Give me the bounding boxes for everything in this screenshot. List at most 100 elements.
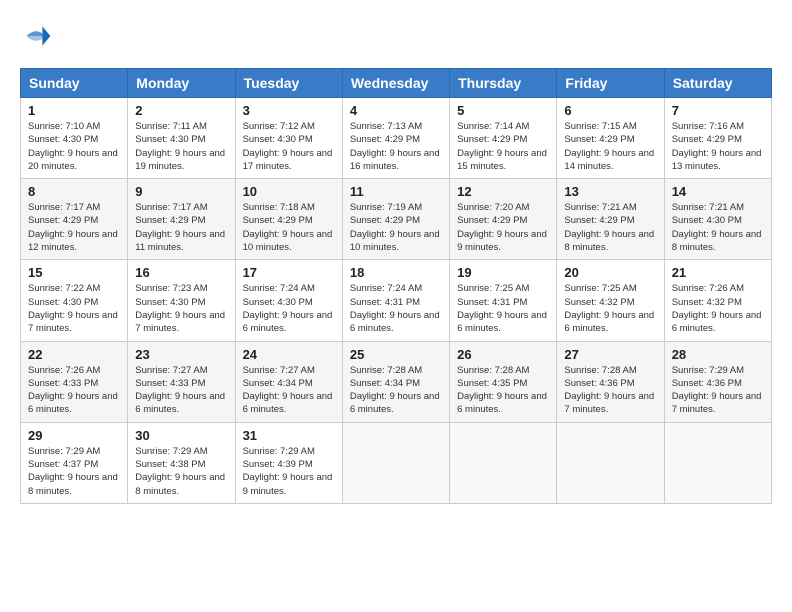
day-number: 19 — [457, 265, 549, 280]
day-info: Sunrise: 7:25 AM Sunset: 4:31 PM Dayligh… — [457, 282, 549, 335]
day-number: 10 — [243, 184, 335, 199]
calendar-cell: 7 Sunrise: 7:16 AM Sunset: 4:29 PM Dayli… — [664, 98, 771, 179]
day-number: 12 — [457, 184, 549, 199]
day-info: Sunrise: 7:29 AM Sunset: 4:37 PM Dayligh… — [28, 445, 120, 498]
day-number: 8 — [28, 184, 120, 199]
day-info: Sunrise: 7:26 AM Sunset: 4:32 PM Dayligh… — [672, 282, 764, 335]
day-number: 1 — [28, 103, 120, 118]
day-number: 16 — [135, 265, 227, 280]
day-info: Sunrise: 7:23 AM Sunset: 4:30 PM Dayligh… — [135, 282, 227, 335]
calendar-cell: 29 Sunrise: 7:29 AM Sunset: 4:37 PM Dayl… — [21, 422, 128, 503]
day-number: 24 — [243, 347, 335, 362]
calendar-cell: 24 Sunrise: 7:27 AM Sunset: 4:34 PM Dayl… — [235, 341, 342, 422]
day-number: 23 — [135, 347, 227, 362]
day-info: Sunrise: 7:29 AM Sunset: 4:39 PM Dayligh… — [243, 445, 335, 498]
calendar-cell: 23 Sunrise: 7:27 AM Sunset: 4:33 PM Dayl… — [128, 341, 235, 422]
day-number: 29 — [28, 428, 120, 443]
calendar-header-row: SundayMondayTuesdayWednesdayThursdayFrid… — [21, 69, 772, 98]
calendar-cell: 4 Sunrise: 7:13 AM Sunset: 4:29 PM Dayli… — [342, 98, 449, 179]
day-info: Sunrise: 7:24 AM Sunset: 4:31 PM Dayligh… — [350, 282, 442, 335]
calendar-cell: 27 Sunrise: 7:28 AM Sunset: 4:36 PM Dayl… — [557, 341, 664, 422]
calendar-week-5: 29 Sunrise: 7:29 AM Sunset: 4:37 PM Dayl… — [21, 422, 772, 503]
calendar-cell — [664, 422, 771, 503]
calendar-cell — [342, 422, 449, 503]
calendar-cell: 13 Sunrise: 7:21 AM Sunset: 4:29 PM Dayl… — [557, 179, 664, 260]
col-header-monday: Monday — [128, 69, 235, 98]
day-number: 13 — [564, 184, 656, 199]
day-number: 2 — [135, 103, 227, 118]
calendar-cell: 6 Sunrise: 7:15 AM Sunset: 4:29 PM Dayli… — [557, 98, 664, 179]
calendar-table: SundayMondayTuesdayWednesdayThursdayFrid… — [20, 68, 772, 504]
day-number: 30 — [135, 428, 227, 443]
calendar-week-3: 15 Sunrise: 7:22 AM Sunset: 4:30 PM Dayl… — [21, 260, 772, 341]
calendar-cell: 10 Sunrise: 7:18 AM Sunset: 4:29 PM Dayl… — [235, 179, 342, 260]
logo — [20, 20, 56, 52]
day-number: 20 — [564, 265, 656, 280]
day-info: Sunrise: 7:14 AM Sunset: 4:29 PM Dayligh… — [457, 120, 549, 173]
col-header-thursday: Thursday — [450, 69, 557, 98]
day-info: Sunrise: 7:26 AM Sunset: 4:33 PM Dayligh… — [28, 364, 120, 417]
calendar-week-4: 22 Sunrise: 7:26 AM Sunset: 4:33 PM Dayl… — [21, 341, 772, 422]
calendar-cell: 3 Sunrise: 7:12 AM Sunset: 4:30 PM Dayli… — [235, 98, 342, 179]
day-number: 21 — [672, 265, 764, 280]
day-info: Sunrise: 7:25 AM Sunset: 4:32 PM Dayligh… — [564, 282, 656, 335]
day-info: Sunrise: 7:28 AM Sunset: 4:34 PM Dayligh… — [350, 364, 442, 417]
day-number: 4 — [350, 103, 442, 118]
day-info: Sunrise: 7:27 AM Sunset: 4:34 PM Dayligh… — [243, 364, 335, 417]
day-number: 22 — [28, 347, 120, 362]
day-info: Sunrise: 7:22 AM Sunset: 4:30 PM Dayligh… — [28, 282, 120, 335]
calendar-cell: 1 Sunrise: 7:10 AM Sunset: 4:30 PM Dayli… — [21, 98, 128, 179]
calendar-cell: 30 Sunrise: 7:29 AM Sunset: 4:38 PM Dayl… — [128, 422, 235, 503]
day-info: Sunrise: 7:16 AM Sunset: 4:29 PM Dayligh… — [672, 120, 764, 173]
day-info: Sunrise: 7:24 AM Sunset: 4:30 PM Dayligh… — [243, 282, 335, 335]
day-info: Sunrise: 7:27 AM Sunset: 4:33 PM Dayligh… — [135, 364, 227, 417]
calendar-cell: 28 Sunrise: 7:29 AM Sunset: 4:36 PM Dayl… — [664, 341, 771, 422]
calendar-cell: 9 Sunrise: 7:17 AM Sunset: 4:29 PM Dayli… — [128, 179, 235, 260]
calendar-cell: 14 Sunrise: 7:21 AM Sunset: 4:30 PM Dayl… — [664, 179, 771, 260]
calendar-cell: 18 Sunrise: 7:24 AM Sunset: 4:31 PM Dayl… — [342, 260, 449, 341]
day-number: 14 — [672, 184, 764, 199]
calendar-cell: 17 Sunrise: 7:24 AM Sunset: 4:30 PM Dayl… — [235, 260, 342, 341]
day-number: 3 — [243, 103, 335, 118]
calendar-cell: 15 Sunrise: 7:22 AM Sunset: 4:30 PM Dayl… — [21, 260, 128, 341]
calendar-cell: 16 Sunrise: 7:23 AM Sunset: 4:30 PM Dayl… — [128, 260, 235, 341]
calendar-cell: 11 Sunrise: 7:19 AM Sunset: 4:29 PM Dayl… — [342, 179, 449, 260]
day-number: 31 — [243, 428, 335, 443]
day-number: 26 — [457, 347, 549, 362]
day-info: Sunrise: 7:21 AM Sunset: 4:29 PM Dayligh… — [564, 201, 656, 254]
calendar-cell: 26 Sunrise: 7:28 AM Sunset: 4:35 PM Dayl… — [450, 341, 557, 422]
calendar-cell: 19 Sunrise: 7:25 AM Sunset: 4:31 PM Dayl… — [450, 260, 557, 341]
day-number: 9 — [135, 184, 227, 199]
col-header-sunday: Sunday — [21, 69, 128, 98]
day-info: Sunrise: 7:29 AM Sunset: 4:36 PM Dayligh… — [672, 364, 764, 417]
day-info: Sunrise: 7:17 AM Sunset: 4:29 PM Dayligh… — [135, 201, 227, 254]
calendar-cell: 8 Sunrise: 7:17 AM Sunset: 4:29 PM Dayli… — [21, 179, 128, 260]
calendar-cell: 31 Sunrise: 7:29 AM Sunset: 4:39 PM Dayl… — [235, 422, 342, 503]
calendar-cell: 20 Sunrise: 7:25 AM Sunset: 4:32 PM Dayl… — [557, 260, 664, 341]
col-header-saturday: Saturday — [664, 69, 771, 98]
day-number: 5 — [457, 103, 549, 118]
calendar-week-2: 8 Sunrise: 7:17 AM Sunset: 4:29 PM Dayli… — [21, 179, 772, 260]
day-number: 17 — [243, 265, 335, 280]
day-number: 11 — [350, 184, 442, 199]
page-header — [20, 20, 772, 52]
day-info: Sunrise: 7:19 AM Sunset: 4:29 PM Dayligh… — [350, 201, 442, 254]
day-number: 6 — [564, 103, 656, 118]
day-info: Sunrise: 7:17 AM Sunset: 4:29 PM Dayligh… — [28, 201, 120, 254]
day-number: 28 — [672, 347, 764, 362]
day-info: Sunrise: 7:28 AM Sunset: 4:36 PM Dayligh… — [564, 364, 656, 417]
day-number: 25 — [350, 347, 442, 362]
day-info: Sunrise: 7:12 AM Sunset: 4:30 PM Dayligh… — [243, 120, 335, 173]
day-info: Sunrise: 7:18 AM Sunset: 4:29 PM Dayligh… — [243, 201, 335, 254]
day-info: Sunrise: 7:13 AM Sunset: 4:29 PM Dayligh… — [350, 120, 442, 173]
calendar-week-1: 1 Sunrise: 7:10 AM Sunset: 4:30 PM Dayli… — [21, 98, 772, 179]
day-number: 15 — [28, 265, 120, 280]
calendar-cell: 22 Sunrise: 7:26 AM Sunset: 4:33 PM Dayl… — [21, 341, 128, 422]
day-number: 18 — [350, 265, 442, 280]
day-info: Sunrise: 7:20 AM Sunset: 4:29 PM Dayligh… — [457, 201, 549, 254]
col-header-friday: Friday — [557, 69, 664, 98]
calendar-cell: 25 Sunrise: 7:28 AM Sunset: 4:34 PM Dayl… — [342, 341, 449, 422]
day-info: Sunrise: 7:11 AM Sunset: 4:30 PM Dayligh… — [135, 120, 227, 173]
calendar-cell: 5 Sunrise: 7:14 AM Sunset: 4:29 PM Dayli… — [450, 98, 557, 179]
day-number: 7 — [672, 103, 764, 118]
